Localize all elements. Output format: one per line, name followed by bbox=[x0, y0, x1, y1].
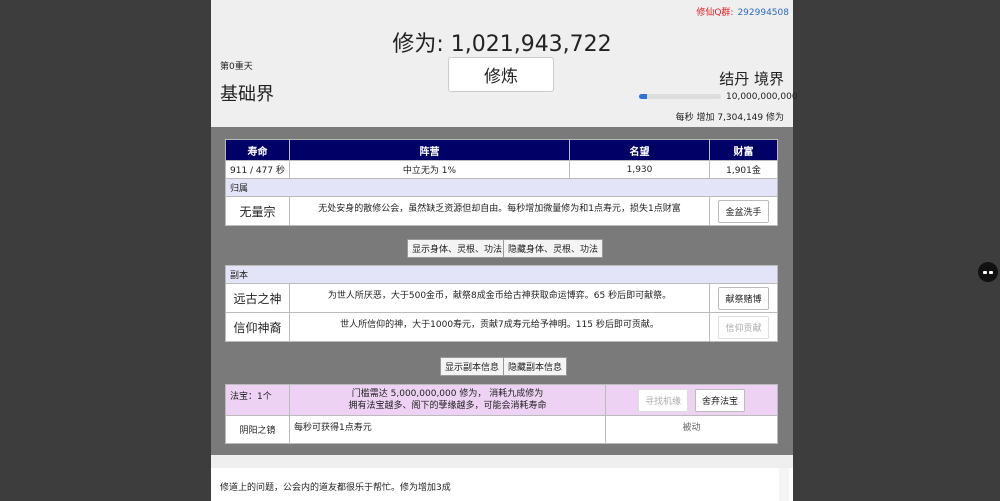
fame-value: 1,930 bbox=[569, 160, 710, 179]
treasure-actions: 寻找机缘 舍弃法宝 bbox=[605, 384, 778, 416]
dungeon-name: 远古之神 bbox=[225, 283, 290, 313]
qq-group: 修仙Q群: 292994508 bbox=[696, 5, 789, 18]
main-panel: 寿命 阵营 名望 财富 911 / 477 秒 中立无为 1% 1,930 1,… bbox=[211, 127, 793, 455]
faction-value: 中立无为 1% bbox=[289, 160, 570, 179]
col-wealth: 财富 bbox=[709, 139, 778, 161]
log-scrollbar[interactable] bbox=[779, 468, 789, 501]
sacrifice-gamble-button[interactable]: 献祭赌博 bbox=[718, 286, 769, 310]
dungeon-action-cell: 献祭赌博 bbox=[709, 283, 778, 313]
treasure-item-row: 阴阳之镜 每秒可获得1点寿元 被动 bbox=[225, 415, 778, 444]
affiliation-label: 归属 bbox=[225, 178, 778, 197]
sect-action-cell: 金盆洗手 bbox=[709, 196, 778, 226]
realm-level: 第0重天 bbox=[220, 62, 253, 72]
dungeon-action-cell: 信仰贡献 bbox=[709, 312, 778, 342]
treasure-requirement: 门槛需达 5,000,000,000 修为， 消耗九成修为 拥有法宝越多、阁下的… bbox=[289, 384, 606, 416]
treasure-item-name: 阴阳之镜 bbox=[225, 415, 290, 444]
stage-progress-target: 10,000,000,000 bbox=[726, 92, 798, 102]
cultivate-button[interactable]: 修炼 bbox=[448, 57, 554, 92]
realm-name: 基础界 bbox=[220, 84, 274, 105]
treasure-item-state: 被动 bbox=[605, 415, 778, 444]
stage-progress-fill bbox=[639, 94, 648, 99]
show-dungeon-button[interactable]: 显示副本信息 bbox=[440, 357, 505, 376]
hide-dungeon-button[interactable]: 隐藏副本信息 bbox=[503, 357, 568, 376]
github-cat-icon[interactable] bbox=[978, 262, 998, 282]
retire-button[interactable]: 金盆洗手 bbox=[718, 199, 769, 223]
qq-group-label: 修仙Q群: bbox=[696, 8, 734, 18]
col-lifespan: 寿命 bbox=[225, 139, 290, 161]
dungeon-description: 世人所信仰的神，大于1000寿元，贡献7成寿元给予神明。115 秒后即可贡献。 bbox=[289, 312, 710, 342]
treasure-count: 法宝：1个 bbox=[225, 384, 290, 416]
abandon-treasure-button[interactable]: 舍弃法宝 bbox=[694, 388, 745, 412]
cultivation-stage: 结丹 境界 bbox=[719, 70, 784, 88]
log-message: 修道上的问题，公会内的道友都很乐于帮忙。修为增加3成 bbox=[220, 483, 451, 493]
dungeon-description: 为世人所厌恶，大于500金币，献祭8成金币给古神获取命运博弈。65 秒后即可献祭… bbox=[289, 283, 710, 313]
show-body-button[interactable]: 显示身体、灵根、功法 bbox=[407, 239, 508, 258]
icon-eye bbox=[989, 271, 993, 274]
message-log[interactable]: 修道上的问题，公会内的道友都很乐于帮忙。修为增加3成 bbox=[211, 468, 793, 501]
game-page: 修仙Q群: 292994508 修为: 1,021,943,722 修炼 第0重天… bbox=[211, 0, 798, 501]
cultivation-rate: 每秒 增加 7,304,149 修为 bbox=[675, 113, 784, 123]
stage-progress-bar bbox=[639, 94, 721, 99]
dungeon-row: 远古之神 为世人所厌恶，大于500金币，献祭8成金币给古神获取命运博弈。65 秒… bbox=[225, 283, 778, 313]
col-faction: 阵营 bbox=[289, 139, 570, 161]
hide-body-button[interactable]: 隐藏身体、灵根、功法 bbox=[503, 239, 604, 258]
sect-description: 无处安身的散修公会，虽然缺乏资源但却自由。每秒增加微量修为和1点寿元，损失1点财… bbox=[289, 196, 710, 226]
wealth-value: 1,901金 bbox=[709, 160, 778, 179]
dungeon-table: 副本 远古之神 为世人所厌恶，大于500金币，献祭8成金币给古神获取命运博弈。6… bbox=[225, 265, 778, 342]
find-opportunity-button[interactable]: 寻找机缘 bbox=[638, 388, 689, 412]
dungeon-row: 信仰神裔 世人所信仰的神，大于1000寿元，贡献7成寿元给予神明。115 秒后即… bbox=[225, 312, 778, 342]
lifespan-value: 911 / 477 秒 bbox=[225, 160, 290, 179]
icon-eye bbox=[983, 271, 987, 274]
cultivation-total: 修为: 1,021,943,722 bbox=[392, 32, 612, 57]
dungeon-name: 信仰神裔 bbox=[225, 312, 290, 342]
faith-contribute-button[interactable]: 信仰贡献 bbox=[718, 315, 769, 339]
sect-name: 无量宗 bbox=[225, 196, 290, 226]
stats-table: 寿命 阵营 名望 财富 911 / 477 秒 中立无为 1% 1,930 1,… bbox=[225, 139, 778, 226]
dungeon-label: 副本 bbox=[225, 265, 778, 284]
treasure-requirement-line: 门槛需达 5,000,000,000 修为， 消耗九成修为 bbox=[351, 389, 544, 399]
col-fame: 名望 bbox=[569, 139, 710, 161]
qq-group-number[interactable]: 292994508 bbox=[737, 8, 789, 18]
treasure-item-desc: 每秒可获得1点寿元 bbox=[289, 415, 606, 444]
treasure-table: 法宝：1个 门槛需达 5,000,000,000 修为， 消耗九成修为 拥有法宝… bbox=[225, 384, 778, 444]
treasure-requirement-line: 拥有法宝越多、阁下的孽缘越多，可能会消耗寿命 bbox=[348, 401, 547, 411]
